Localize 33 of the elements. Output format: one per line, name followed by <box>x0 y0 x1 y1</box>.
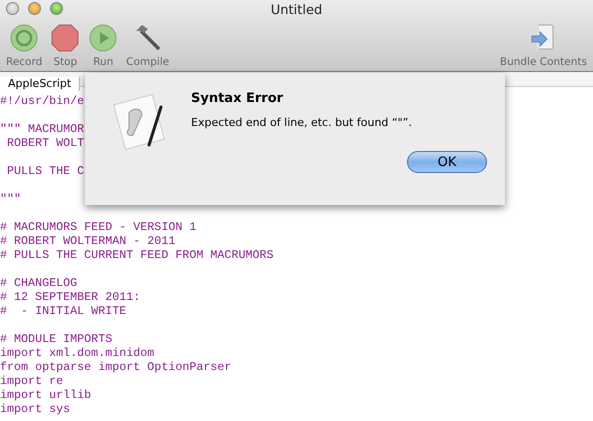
code-line: #!/usr/bin/e <box>0 94 84 108</box>
code-line: """ <box>0 192 22 206</box>
window-title: Untitled <box>270 2 322 18</box>
dialog-title: Syntax Error <box>191 91 284 106</box>
code-line: # MODULE IMPORTS <box>0 332 112 346</box>
code-line: import urllib <box>0 388 92 402</box>
code-line: import re <box>0 374 64 388</box>
run-button[interactable]: Run <box>86 23 120 68</box>
code-line: ROBERT WOLT <box>6 136 84 150</box>
play-icon <box>88 23 118 53</box>
ok-button[interactable]: OK <box>407 151 487 173</box>
code-line: # 12 SEPTEMBER 2011: <box>0 290 140 304</box>
record-button[interactable]: Record <box>4 23 44 68</box>
code-line: import sys <box>0 402 70 416</box>
language-popup[interactable]: AppleScript <box>0 77 80 91</box>
code-line: # MACRUMORS FEED - VERSION 1 <box>0 220 196 234</box>
minimize-button[interactable] <box>28 2 41 15</box>
code-line: # CHANGELOG <box>0 276 78 290</box>
code-line: """ MACRUMOR <box>0 122 84 136</box>
stop-icon <box>50 23 80 53</box>
code-line: import xml.dom.minidom <box>0 346 154 360</box>
stop-button[interactable]: Stop <box>48 23 82 68</box>
record-icon <box>9 23 40 53</box>
code-line: # - INITIAL WRITE <box>0 304 126 318</box>
code-line: from optparse import OptionParser <box>0 360 232 374</box>
compile-button[interactable]: Compile <box>124 23 172 68</box>
bundle-button[interactable]: Bundle Contents <box>498 23 589 68</box>
zoom-button[interactable] <box>50 2 63 15</box>
code-line: # PULLS THE CURRENT FEED FROM MACRUMORS <box>0 248 274 262</box>
dialog-message: Expected end of line, etc. but found “"”. <box>191 116 413 129</box>
close-button[interactable] <box>6 2 19 15</box>
code-line: PULLS THE C <box>6 164 84 178</box>
code-line: # ROBERT WOLTERMAN - 2011 <box>0 234 176 248</box>
